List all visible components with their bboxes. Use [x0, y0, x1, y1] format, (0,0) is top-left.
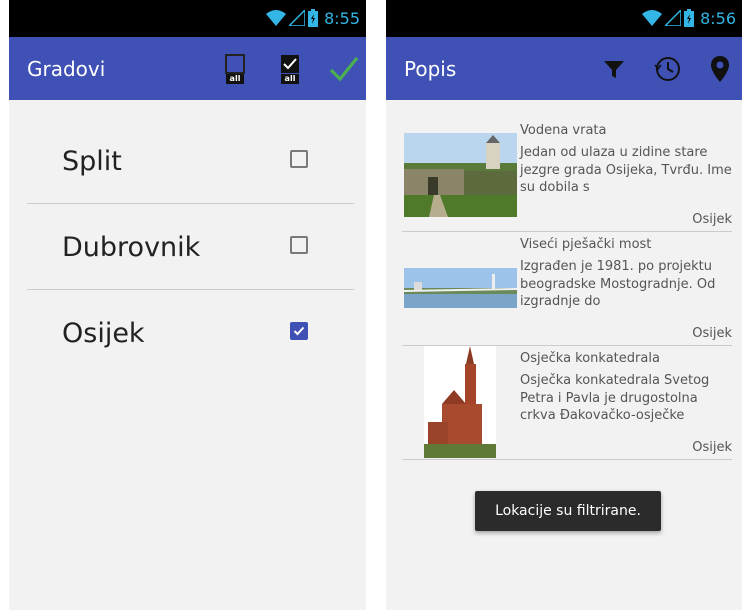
battery-icon [684, 9, 695, 27]
city-row[interactable]: Split [9, 118, 366, 204]
location-title: Osječka konkatedrala [520, 351, 660, 366]
status-time: 8:56 [700, 8, 736, 28]
location-description: Jedan od ulaza u zidine stare jezgre gra… [520, 145, 732, 195]
list-item[interactable]: Viseći pješački most Izgrađen je 1981. p… [402, 232, 732, 346]
status-bar: 8:56 [386, 0, 742, 37]
popis-screen: 8:56 Popis Vodena vrata Jedan od ulaza u… [386, 0, 742, 610]
location-title: Vodena vrata [520, 123, 607, 138]
city-row[interactable]: Osijek [9, 290, 366, 376]
list-item[interactable]: Osječka konkatedrala Osječka konkatedral… [402, 346, 732, 460]
history-clock-icon [654, 57, 680, 81]
location-thumbnail [404, 133, 517, 217]
select-all-button[interactable]: all [277, 53, 303, 85]
location-description: Izgrađen je 1981. po projektu beogradske… [520, 259, 716, 309]
app-bar: Popis [386, 37, 742, 100]
checkmark-icon [329, 56, 359, 82]
city-name: Split [62, 146, 122, 177]
page-title: Gradovi [27, 57, 106, 81]
city-row[interactable]: Dubrovnik [9, 204, 366, 290]
location-city: Osijek [692, 326, 732, 341]
location-city: Osijek [692, 440, 732, 455]
list-item[interactable]: Vodena vrata Jedan od ulaza u zidine sta… [402, 118, 732, 232]
location-thumbnail [424, 346, 496, 458]
location-thumbnail [404, 268, 517, 308]
status-bar: 8:55 [9, 0, 366, 37]
location-list: Vodena vrata Jedan od ulaza u zidine sta… [402, 118, 732, 460]
city-list: Split Dubrovnik Osijek [9, 118, 366, 376]
app-bar: Gradovi all all [9, 37, 366, 100]
signal-icon [289, 10, 306, 26]
city-name: Osijek [62, 318, 145, 349]
history-button[interactable] [652, 53, 684, 85]
gradovi-screen: 8:55 Gradovi all all Split Dubrovnik Osi… [9, 0, 366, 610]
wifi-icon [642, 10, 663, 26]
toast-message: Lokacije su filtrirane. [475, 491, 661, 531]
confirm-button[interactable] [327, 53, 361, 85]
status-time: 8:55 [324, 8, 360, 28]
location-city: Osijek [692, 212, 732, 227]
city-checkbox[interactable] [290, 150, 308, 168]
filter-icon [604, 61, 624, 78]
battery-icon [308, 9, 319, 27]
location-description: Osječka konkatedrala Svetog Petra i Pavl… [520, 373, 710, 423]
location-title: Viseći pješački most [520, 237, 652, 252]
signal-icon [665, 10, 682, 26]
location-pin-icon [711, 56, 729, 82]
check-icon [293, 326, 305, 336]
page-title: Popis [404, 57, 457, 81]
city-name: Dubrovnik [62, 232, 201, 263]
wifi-icon [266, 10, 287, 26]
location-button[interactable] [706, 53, 734, 85]
city-checkbox[interactable] [290, 236, 308, 254]
filter-button[interactable] [600, 55, 628, 83]
deselect-all-button[interactable]: all [222, 53, 248, 85]
divider [402, 459, 732, 460]
city-checkbox[interactable] [290, 322, 308, 340]
